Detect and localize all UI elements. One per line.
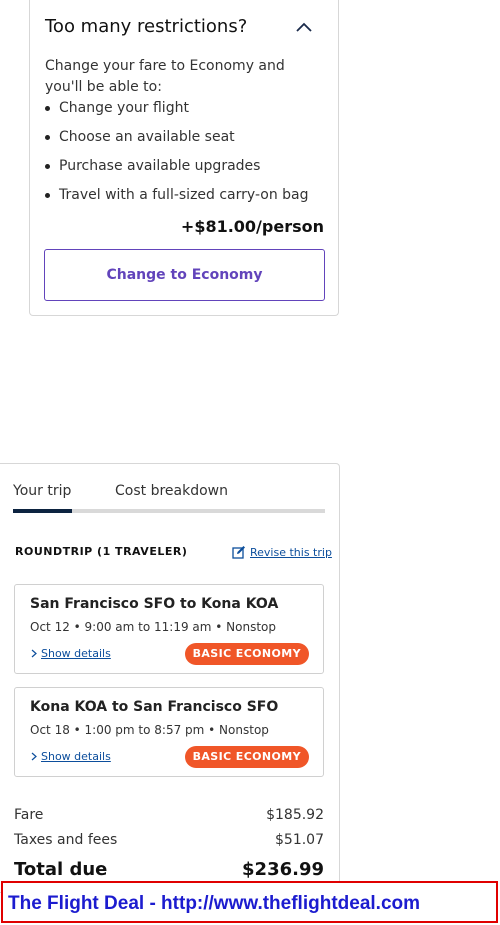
benefit-list: Change your flight Choose an available s… (45, 97, 309, 213)
basic-economy-badge: BASIC ECONOMY (184, 746, 309, 768)
chevron-right-icon (31, 649, 37, 658)
benefit-label: Purchase available upgrades (59, 158, 261, 174)
edit-icon (232, 546, 245, 559)
benefit-label: Choose an available seat (59, 129, 235, 145)
show-details-link[interactable]: Show details (30, 750, 111, 763)
fare-label: Fare (14, 807, 44, 823)
benefit-item: Choose an available seat (45, 126, 309, 155)
flight-card-outbound: San Francisco SFO to Kona KOA Oct 12 • 9… (14, 584, 324, 674)
flight-times: Oct 12 • 9:00 am to 11:19 am • Nonstop (30, 620, 277, 634)
tab-your-trip[interactable]: Your trip (13, 483, 71, 499)
total-row: Total due $236.99 (14, 859, 324, 880)
basic-economy-badge: BASIC ECONOMY (184, 643, 309, 665)
fare-row: Fare $185.92 (14, 807, 324, 823)
chevron-up-icon[interactable] (296, 22, 312, 32)
taxes-label: Taxes and fees (14, 832, 118, 848)
flight-card-return: Kona KOA to San Francisco SFO Oct 18 • 1… (14, 687, 324, 777)
show-details-link[interactable]: Show details (30, 647, 111, 660)
flight-times: Oct 18 • 1:00 pm to 8:57 pm • Nonstop (30, 723, 269, 737)
show-details-label: Show details (41, 750, 111, 763)
bullet-icon (45, 164, 50, 169)
bullet-icon (45, 193, 50, 198)
taxes-value: $51.07 (275, 832, 324, 848)
tab-cost-breakdown[interactable]: Cost breakdown (115, 483, 228, 499)
bullet-icon (45, 135, 50, 140)
total-label: Total due (14, 859, 108, 880)
revise-trip-label: Revise this trip (250, 546, 332, 559)
change-to-economy-button[interactable]: Change to Economy (44, 249, 325, 301)
bullet-icon (45, 106, 50, 111)
fare-upsell-card: Too many restrictions? Change your fare … (29, 0, 339, 316)
roundtrip-heading: ROUNDTRIP (1 TRAVELER) (15, 545, 188, 558)
flight-route: Kona KOA to San Francisco SFO (30, 699, 279, 715)
watermark-text: The Flight Deal - http://www.theflightde… (8, 893, 421, 914)
taxes-row: Taxes and fees $51.07 (14, 832, 324, 848)
fare-value: $185.92 (266, 807, 324, 823)
benefit-label: Travel with a full-sized carry-on bag (59, 187, 309, 203)
revise-trip-link[interactable]: Revise this trip (232, 545, 332, 559)
benefit-item: Purchase available upgrades (45, 155, 309, 184)
benefit-item: Change your flight (45, 97, 309, 126)
total-value: $236.99 (242, 859, 324, 880)
trip-summary-panel: Your trip Cost breakdown ROUNDTRIP (1 TR… (0, 463, 340, 893)
watermark-banner: The Flight Deal - http://www.theflightde… (1, 881, 498, 923)
upsell-title: Too many restrictions? (45, 16, 248, 37)
flight-route: San Francisco SFO to Kona KOA (30, 596, 279, 612)
chevron-right-icon (31, 752, 37, 761)
benefit-label: Change your flight (59, 100, 189, 116)
upsell-price: +$81.00/person (180, 217, 324, 236)
show-details-label: Show details (41, 647, 111, 660)
upsell-description: Change your fare to Economy and you'll b… (45, 58, 285, 95)
benefit-item: Travel with a full-sized carry-on bag (45, 184, 309, 213)
tab-active-indicator (13, 509, 72, 513)
